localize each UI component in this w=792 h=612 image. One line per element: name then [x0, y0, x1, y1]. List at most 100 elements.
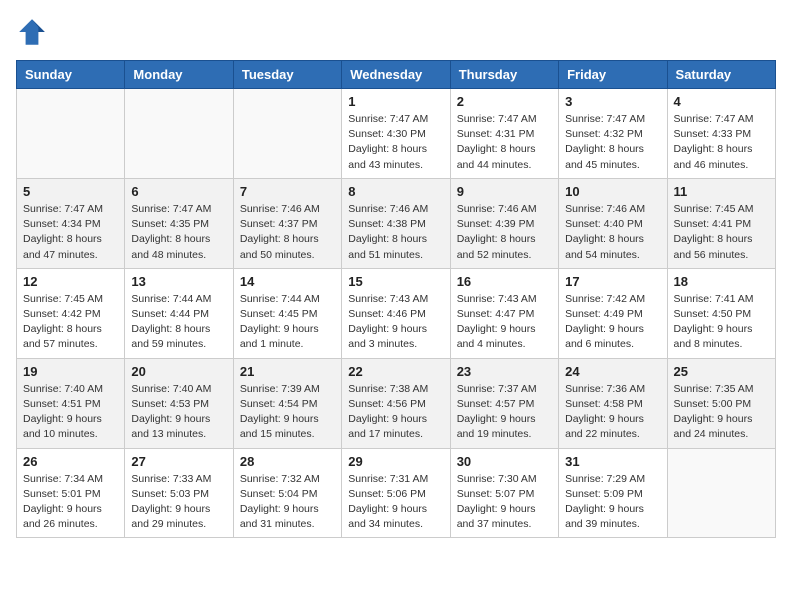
calendar-cell: 9Sunrise: 7:46 AM Sunset: 4:39 PM Daylig… — [450, 178, 558, 268]
calendar-cell: 22 Sunrise: 7:38 AM Sunset: 4:56 PM Dayli… — [342, 358, 450, 448]
calendar-cell: 5 Sunrise: 7:47 AM Sunset: 4:34 PM Daylig… — [17, 178, 125, 268]
calendar-cell: 15 Sunrise: 7:43 AM Sunset: 4:46 PM Dayli… — [342, 268, 450, 358]
day-header-monday: Monday — [125, 61, 233, 89]
calendar-cell: 21 Sunrise: 7:39 AM Sunset: 4:54 PM Dayli… — [233, 358, 341, 448]
day-number: 4 — [674, 94, 769, 109]
day-info: Sunrise: 7:36 AM Sunset: 4:58 PM Dayligh… — [565, 382, 660, 443]
day-number: 5 — [23, 184, 118, 199]
calendar-cell: 25Sunrise: 7:35 AM Sunset: 5:00 PM Dayli… — [667, 358, 775, 448]
day-info: Sunrise: 7:45 AM Sunset: 4:42 PM Dayligh… — [23, 292, 118, 353]
day-info: Sunrise: 7:40 AM Sunset: 4:53 PM Dayligh… — [131, 382, 226, 443]
calendar-cell: 3 Sunrise: 7:47 AM Sunset: 4:32 PM Daylig… — [559, 89, 667, 179]
day-info: Sunrise: 7:47 AM Sunset: 4:34 PM Dayligh… — [23, 202, 118, 263]
day-number: 14 — [240, 274, 335, 289]
day-number: 21 — [240, 364, 335, 379]
day-number: 28 — [240, 454, 335, 469]
calendar-cell: 31Sunrise: 7:29 AM Sunset: 5:09 PM Dayli… — [559, 448, 667, 538]
day-info: Sunrise: 7:40 AM Sunset: 4:51 PM Dayligh… — [23, 382, 118, 443]
day-number: 7 — [240, 184, 335, 199]
day-info: Sunrise: 7:38 AM Sunset: 4:56 PM Dayligh… — [348, 382, 443, 443]
day-info: Sunrise: 7:31 AM Sunset: 5:06 PM Dayligh… — [348, 472, 443, 533]
calendar-cell: 4 Sunrise: 7:47 AM Sunset: 4:33 PM Daylig… — [667, 89, 775, 179]
calendar-cell: 10 Sunrise: 7:46 AM Sunset: 4:40 PM Dayli… — [559, 178, 667, 268]
day-info: Sunrise: 7:43 AM Sunset: 4:46 PM Dayligh… — [348, 292, 443, 353]
calendar-cell — [125, 89, 233, 179]
day-number: 23 — [457, 364, 552, 379]
day-number: 2 — [457, 94, 552, 109]
day-number: 10 — [565, 184, 660, 199]
day-header-friday: Friday — [559, 61, 667, 89]
day-info: Sunrise: 7:46 AM Sunset: 4:40 PM Dayligh… — [565, 202, 660, 263]
calendar-cell: 8Sunrise: 7:46 AM Sunset: 4:38 PM Daylig… — [342, 178, 450, 268]
day-info: Sunrise: 7:47 AM Sunset: 4:32 PM Dayligh… — [565, 112, 660, 173]
calendar-cell: 23 Sunrise: 7:37 AM Sunset: 4:57 PM Dayli… — [450, 358, 558, 448]
calendar-cell: 28 Sunrise: 7:32 AM Sunset: 5:04 PM Dayli… — [233, 448, 341, 538]
calendar-cell: 2 Sunrise: 7:47 AM Sunset: 4:31 PM Daylig… — [450, 89, 558, 179]
day-info: Sunrise: 7:39 AM Sunset: 4:54 PM Dayligh… — [240, 382, 335, 443]
day-info: Sunrise: 7:42 AM Sunset: 4:49 PM Dayligh… — [565, 292, 660, 353]
calendar-cell: 6 Sunrise: 7:47 AM Sunset: 4:35 PM Daylig… — [125, 178, 233, 268]
day-number: 18 — [674, 274, 769, 289]
day-header-tuesday: Tuesday — [233, 61, 341, 89]
calendar-cell: 16 Sunrise: 7:43 AM Sunset: 4:47 PM Dayli… — [450, 268, 558, 358]
day-number: 16 — [457, 274, 552, 289]
calendar-cell — [233, 89, 341, 179]
day-number: 3 — [565, 94, 660, 109]
calendar-cell — [667, 448, 775, 538]
day-number: 11 — [674, 184, 769, 199]
calendar-cell: 30 Sunrise: 7:30 AM Sunset: 5:07 PM Dayli… — [450, 448, 558, 538]
day-number: 24 — [565, 364, 660, 379]
day-info: Sunrise: 7:47 AM Sunset: 4:30 PM Dayligh… — [348, 112, 443, 173]
calendar-cell: 29Sunrise: 7:31 AM Sunset: 5:06 PM Dayli… — [342, 448, 450, 538]
calendar-cell: 14 Sunrise: 7:44 AM Sunset: 4:45 PM Dayli… — [233, 268, 341, 358]
page-header — [16, 16, 776, 48]
day-number: 20 — [131, 364, 226, 379]
calendar-cell: 27 Sunrise: 7:33 AM Sunset: 5:03 PM Dayli… — [125, 448, 233, 538]
day-info: Sunrise: 7:46 AM Sunset: 4:38 PM Dayligh… — [348, 202, 443, 263]
calendar-cell — [17, 89, 125, 179]
day-number: 13 — [131, 274, 226, 289]
day-info: Sunrise: 7:47 AM Sunset: 4:33 PM Dayligh… — [674, 112, 769, 173]
calendar-cell: 24 Sunrise: 7:36 AM Sunset: 4:58 PM Dayli… — [559, 358, 667, 448]
day-header-wednesday: Wednesday — [342, 61, 450, 89]
day-info: Sunrise: 7:33 AM Sunset: 5:03 PM Dayligh… — [131, 472, 226, 533]
day-number: 30 — [457, 454, 552, 469]
day-header-sunday: Sunday — [17, 61, 125, 89]
logo — [16, 16, 52, 48]
day-info: Sunrise: 7:47 AM Sunset: 4:35 PM Dayligh… — [131, 202, 226, 263]
day-info: Sunrise: 7:44 AM Sunset: 4:45 PM Dayligh… — [240, 292, 335, 353]
calendar-cell: 13 Sunrise: 7:44 AM Sunset: 4:44 PM Dayli… — [125, 268, 233, 358]
day-number: 1 — [348, 94, 443, 109]
day-number: 17 — [565, 274, 660, 289]
calendar-week-row: 5 Sunrise: 7:47 AM Sunset: 4:34 PM Daylig… — [17, 178, 776, 268]
day-info: Sunrise: 7:34 AM Sunset: 5:01 PM Dayligh… — [23, 472, 118, 533]
calendar-cell: 17 Sunrise: 7:42 AM Sunset: 4:49 PM Dayli… — [559, 268, 667, 358]
calendar-cell: 1 Sunrise: 7:47 AM Sunset: 4:30 PM Daylig… — [342, 89, 450, 179]
day-number: 27 — [131, 454, 226, 469]
day-header-saturday: Saturday — [667, 61, 775, 89]
logo-icon — [16, 16, 48, 48]
day-info: Sunrise: 7:43 AM Sunset: 4:47 PM Dayligh… — [457, 292, 552, 353]
day-number: 6 — [131, 184, 226, 199]
day-info: Sunrise: 7:46 AM Sunset: 4:37 PM Dayligh… — [240, 202, 335, 263]
day-info: Sunrise: 7:30 AM Sunset: 5:07 PM Dayligh… — [457, 472, 552, 533]
day-number: 15 — [348, 274, 443, 289]
day-info: Sunrise: 7:44 AM Sunset: 4:44 PM Dayligh… — [131, 292, 226, 353]
calendar-cell: 7 Sunrise: 7:46 AM Sunset: 4:37 PM Daylig… — [233, 178, 341, 268]
calendar-cell: 19Sunrise: 7:40 AM Sunset: 4:51 PM Dayli… — [17, 358, 125, 448]
calendar-header-row: SundayMondayTuesdayWednesdayThursdayFrid… — [17, 61, 776, 89]
day-number: 31 — [565, 454, 660, 469]
day-info: Sunrise: 7:32 AM Sunset: 5:04 PM Dayligh… — [240, 472, 335, 533]
calendar-week-row: 19Sunrise: 7:40 AM Sunset: 4:51 PM Dayli… — [17, 358, 776, 448]
calendar-week-row: 26Sunrise: 7:34 AM Sunset: 5:01 PM Dayli… — [17, 448, 776, 538]
day-info: Sunrise: 7:37 AM Sunset: 4:57 PM Dayligh… — [457, 382, 552, 443]
calendar-cell: 20 Sunrise: 7:40 AM Sunset: 4:53 PM Dayli… — [125, 358, 233, 448]
calendar-week-row: 1 Sunrise: 7:47 AM Sunset: 4:30 PM Daylig… — [17, 89, 776, 179]
day-info: Sunrise: 7:47 AM Sunset: 4:31 PM Dayligh… — [457, 112, 552, 173]
day-number: 22 — [348, 364, 443, 379]
calendar-cell: 26Sunrise: 7:34 AM Sunset: 5:01 PM Dayli… — [17, 448, 125, 538]
day-info: Sunrise: 7:41 AM Sunset: 4:50 PM Dayligh… — [674, 292, 769, 353]
day-number: 9 — [457, 184, 552, 199]
calendar-week-row: 12Sunrise: 7:45 AM Sunset: 4:42 PM Dayli… — [17, 268, 776, 358]
day-info: Sunrise: 7:35 AM Sunset: 5:00 PM Dayligh… — [674, 382, 769, 443]
